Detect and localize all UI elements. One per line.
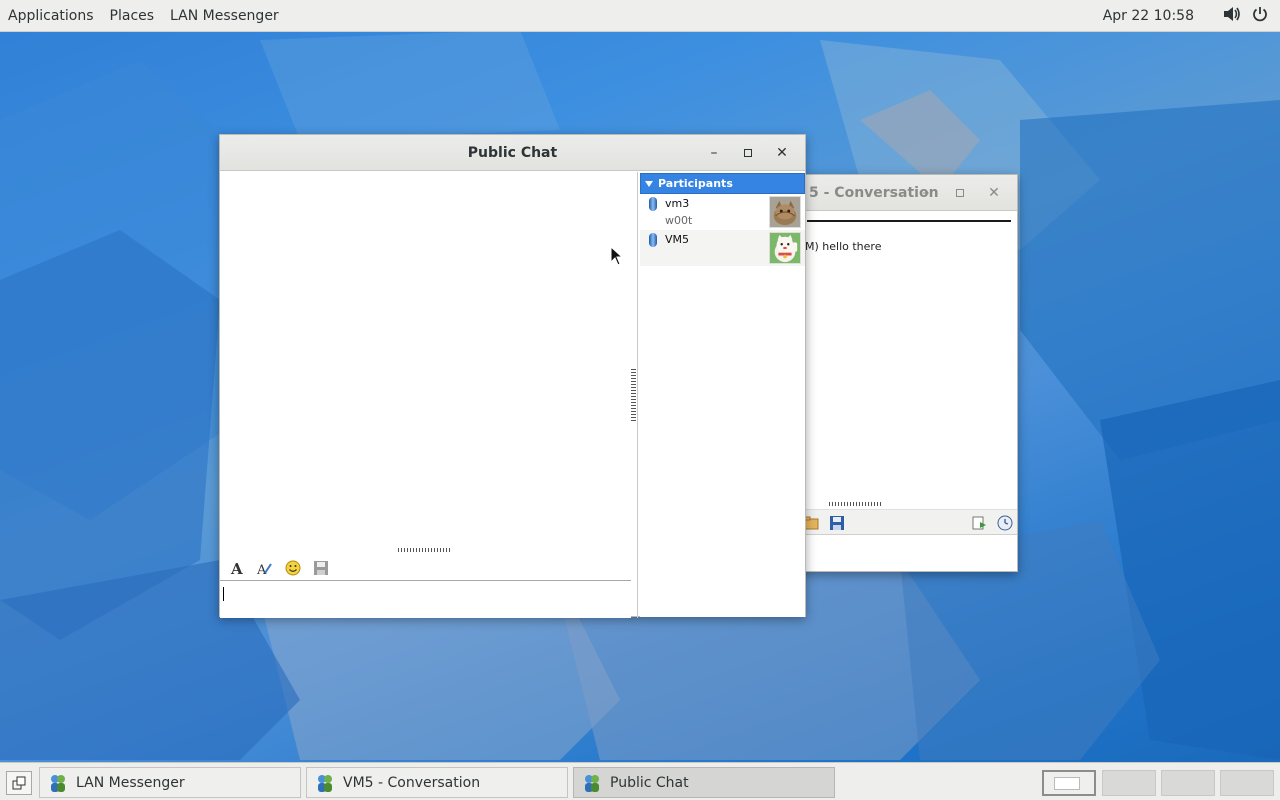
power-icon[interactable]	[1246, 6, 1274, 26]
app-menu[interactable]: LAN Messenger	[162, 8, 287, 24]
participant-item[interactable]: vm3 w00t	[640, 194, 805, 230]
task-lan-messenger[interactable]: LAN Messenger	[39, 767, 301, 798]
lan-messenger-icon	[51, 774, 65, 792]
task-vm5-conversation[interactable]: VM5 - Conversation	[306, 767, 568, 798]
smiley-icon[interactable]	[280, 557, 306, 579]
show-desktop-button[interactable]	[6, 771, 32, 795]
pane-divider[interactable]	[637, 172, 638, 618]
window-title: Public Chat	[467, 144, 558, 161]
message-divider	[807, 220, 1011, 222]
svg-text:A: A	[230, 560, 243, 576]
splitter-handle[interactable]	[829, 502, 883, 506]
public-chat-body: A A Participants vm3 w00t VM5	[220, 172, 805, 618]
workspace-1[interactable]	[1042, 770, 1096, 796]
task-public-chat[interactable]: Public Chat	[573, 767, 835, 798]
conversation-toolbar	[771, 509, 1017, 535]
participant-name: vm3	[665, 197, 690, 210]
font-icon[interactable]: A	[224, 557, 250, 579]
show-desktop-icon	[12, 776, 26, 790]
send-file-icon[interactable]	[971, 515, 987, 531]
participants-header[interactable]: Participants	[640, 173, 805, 194]
workspace-4[interactable]	[1220, 770, 1274, 796]
message-text: M) hello there	[805, 240, 882, 253]
task-label: Public Chat	[610, 774, 689, 791]
online-status-icon	[649, 233, 657, 247]
collapse-arrow-icon[interactable]	[645, 180, 653, 187]
save-icon[interactable]	[829, 515, 845, 531]
lucky-cat-avatar	[769, 232, 801, 264]
minimize-icon[interactable]: –	[909, 179, 943, 207]
online-status-icon	[649, 197, 657, 211]
chat-log[interactable]	[220, 172, 632, 546]
places-menu[interactable]: Places	[102, 8, 163, 24]
maximize-icon[interactable]	[943, 179, 977, 207]
participants-panel: Participants vm3 w00t VM5	[640, 173, 805, 617]
public-chat-window[interactable]: Public Chat – ✕ A A Participants vm3 w00…	[219, 134, 806, 618]
volume-icon[interactable]	[1218, 6, 1246, 26]
lan-messenger-icon	[585, 774, 599, 792]
chat-toolbar: A A	[220, 556, 632, 580]
cat-avatar	[769, 196, 801, 228]
vertical-splitter-handle[interactable]	[631, 367, 636, 421]
workspace-3[interactable]	[1161, 770, 1215, 796]
participant-item[interactable]: VM5	[640, 230, 805, 266]
conversation-window-controls: – ✕	[909, 175, 1011, 211]
participant-note: w00t	[665, 214, 693, 227]
applications-menu[interactable]: Applications	[0, 8, 102, 24]
save-icon[interactable]	[308, 557, 334, 579]
clock[interactable]: Apr 22 10:58	[1093, 8, 1204, 24]
lan-messenger-icon	[318, 774, 332, 792]
close-icon[interactable]: ✕	[977, 179, 1011, 207]
workspace-window-thumbnail	[1054, 777, 1080, 790]
top-panel: Applications Places LAN Messenger Apr 22…	[0, 0, 1280, 32]
workspace-2[interactable]	[1102, 770, 1156, 796]
font-color-icon[interactable]: A	[252, 557, 278, 579]
conversation-window[interactable]: 5 - Conversation – ✕ M) hello there	[770, 174, 1018, 572]
task-label: LAN Messenger	[76, 774, 185, 791]
window-controls: – ✕	[697, 135, 799, 171]
close-icon[interactable]: ✕	[765, 139, 799, 167]
conversation-titlebar[interactable]: 5 - Conversation – ✕	[771, 175, 1017, 211]
minimize-icon[interactable]: –	[697, 139, 731, 167]
mouse-pointer-icon	[610, 246, 624, 266]
participants-header-label: Participants	[658, 177, 733, 190]
history-icon[interactable]	[997, 515, 1013, 531]
svg-text:A: A	[256, 563, 267, 576]
text-caret	[223, 587, 224, 601]
task-label: VM5 - Conversation	[343, 774, 481, 791]
bottom-taskbar: LAN Messenger VM5 - Conversation Public …	[0, 762, 1280, 800]
horizontal-splitter-handle[interactable]	[398, 548, 452, 552]
message-input[interactable]	[220, 580, 631, 618]
public-chat-titlebar[interactable]: Public Chat – ✕	[220, 135, 805, 171]
participant-name: VM5	[665, 233, 690, 246]
conversation-body: M) hello there	[771, 212, 1017, 571]
maximize-icon[interactable]	[731, 139, 765, 167]
